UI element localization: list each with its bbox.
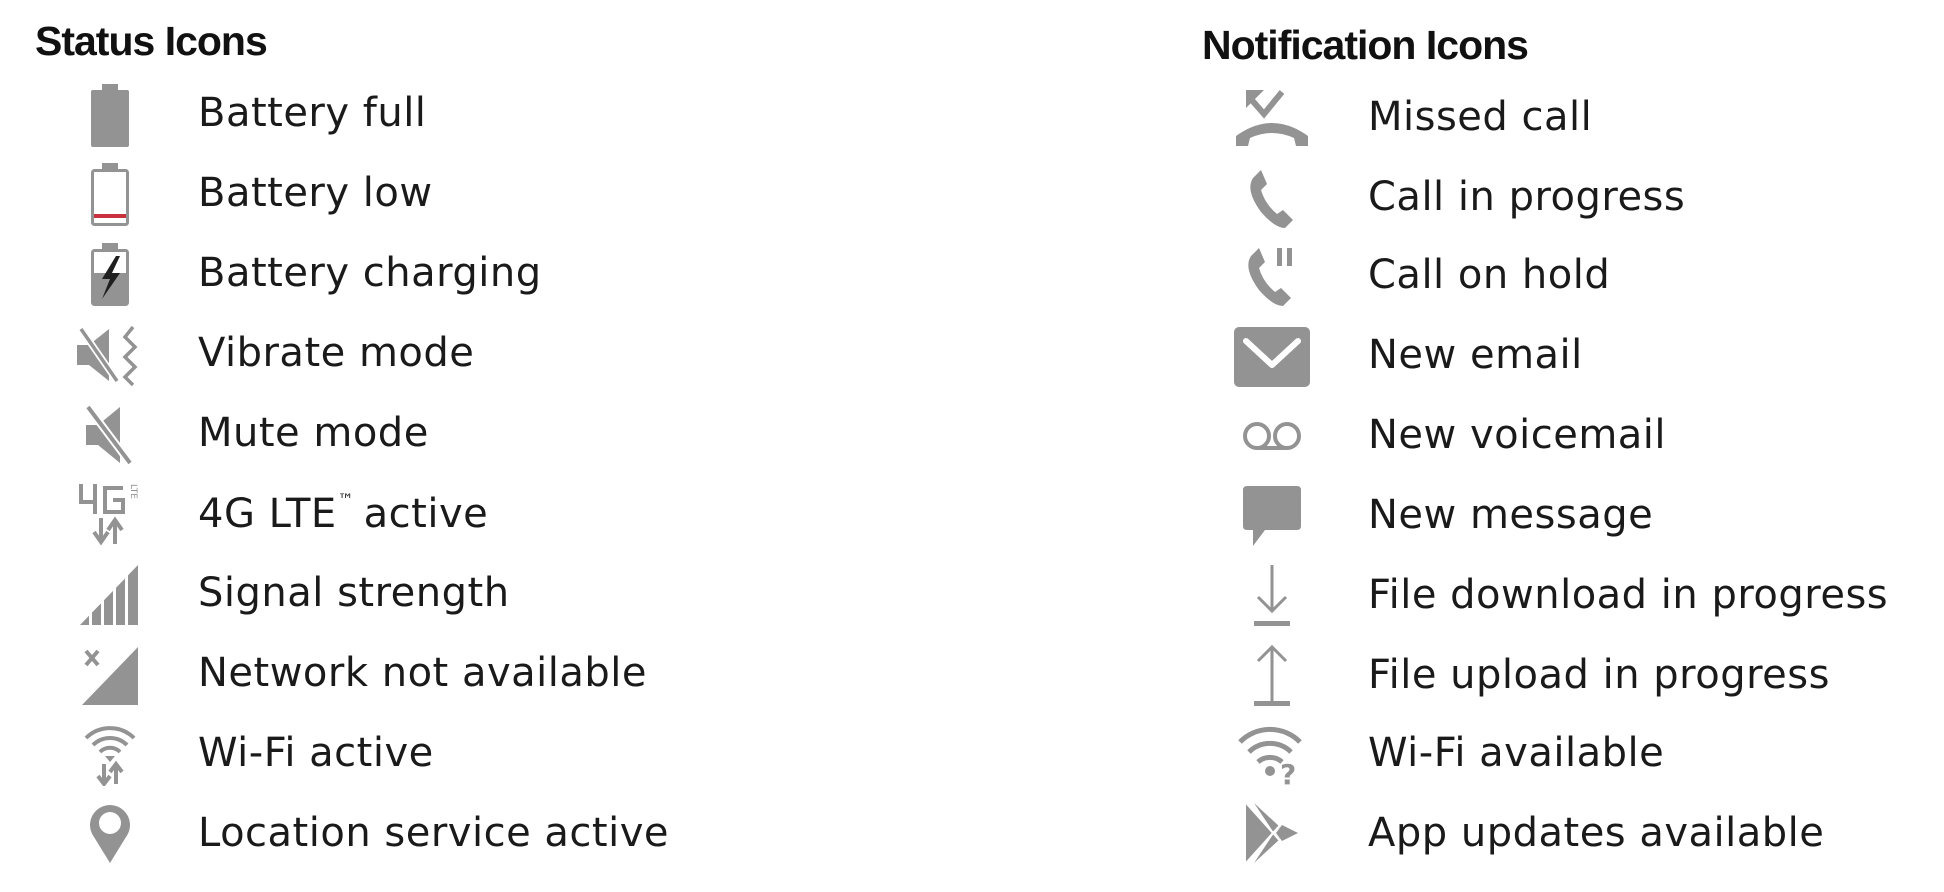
status-label: Wi-Fi active (198, 730, 434, 776)
svg-text:LTE: LTE (128, 484, 138, 499)
call-on-hold-icon (1232, 240, 1312, 314)
missed-call-icon (1232, 82, 1312, 156)
notification-label: Wi-Fi available (1368, 730, 1665, 776)
4g-lte-icon: LTE (70, 478, 150, 552)
svg-text:?: ? (1280, 758, 1296, 786)
notification-label: Missed call (1368, 94, 1593, 140)
status-label-4g-lte: 4G LTE™ active (198, 490, 489, 537)
wifi-available-icon: ? (1232, 718, 1312, 792)
status-icons-heading: Status Icons (35, 18, 268, 64)
status-label: Battery low (198, 170, 433, 216)
location-icon (70, 796, 150, 870)
status-label: Location service active (198, 810, 669, 856)
status-label: Vibrate mode (198, 330, 475, 376)
notification-label: App updates available (1368, 810, 1825, 856)
notification-icons-heading: Notification Icons (1202, 22, 1529, 68)
call-in-progress-icon (1232, 162, 1312, 236)
mute-mode-icon (70, 398, 150, 472)
email-icon (1232, 320, 1312, 394)
vibrate-mode-icon (70, 318, 150, 392)
status-label: Battery charging (198, 250, 542, 296)
voicemail-icon (1232, 400, 1312, 474)
notification-label: File upload in progress (1368, 652, 1830, 698)
upload-icon (1232, 640, 1312, 714)
app-updates-icon (1232, 796, 1312, 870)
status-label: Network not available (198, 650, 647, 696)
battery-charging-icon (70, 238, 150, 312)
notification-label: New message (1368, 492, 1654, 538)
trademark-symbol: ™ (337, 490, 354, 509)
wifi-active-icon (70, 716, 150, 790)
battery-full-icon (70, 79, 150, 153)
download-icon (1232, 560, 1312, 634)
status-label: Mute mode (198, 410, 429, 456)
status-label: Battery full (198, 90, 427, 136)
notification-label: File download in progress (1368, 572, 1889, 618)
notification-label: New voicemail (1368, 412, 1667, 458)
notification-label: Call on hold (1368, 252, 1611, 298)
message-icon (1232, 480, 1312, 554)
notification-label: New email (1368, 332, 1583, 378)
signal-strength-icon (70, 558, 150, 632)
status-label: Signal strength (198, 570, 510, 616)
battery-low-icon (70, 158, 150, 232)
notification-label: Call in progress (1368, 174, 1686, 220)
network-not-available-icon (70, 638, 150, 712)
